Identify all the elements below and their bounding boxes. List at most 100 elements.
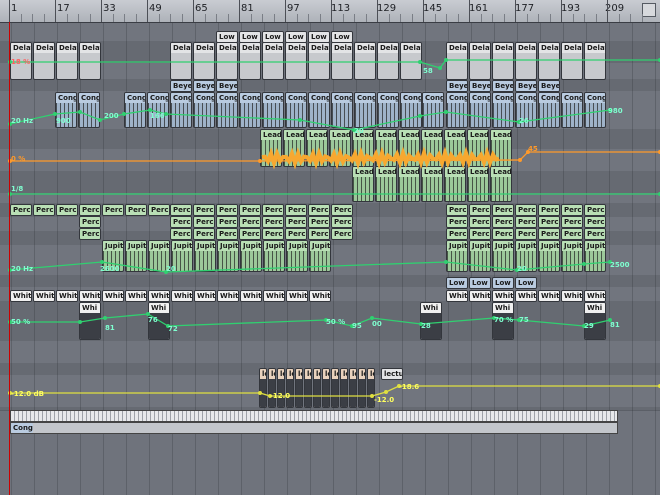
region-jupiter[interactable]: Jupite [194,240,216,272]
region-delay[interactable]: Delay [170,42,192,80]
region-delay[interactable]: Delay [469,42,491,80]
region-delay[interactable]: Delay [239,42,261,80]
region-white[interactable]: White [446,290,468,302]
region-perc[interactable]: Perc 1 [10,204,32,216]
region-perc2[interactable]: Perc 2 [239,228,261,240]
region-perc[interactable]: Perc 1 [33,204,55,216]
region-conga[interactable]: Conga [308,92,330,128]
region-jupiter[interactable]: Jupite [469,240,491,272]
region-white[interactable]: White [538,290,560,302]
region-conga[interactable]: Conga [561,92,583,128]
region-delay[interactable]: Delay [331,42,353,80]
region-conga[interactable]: Conga [377,92,399,128]
region-perc2[interactable]: Perc 2 [492,216,514,228]
region-lead[interactable]: Lead [444,129,466,167]
bar-ruler[interactable]: 1 17 33 49 65 81 97 113 129 145 161 177 … [0,0,660,23]
region-jupiter[interactable]: Jupite [538,240,560,272]
region-perc2[interactable]: Perc 2 [285,228,307,240]
region-white[interactable]: White [584,290,606,302]
region-lead[interactable]: Lead [352,166,374,202]
region-perc[interactable]: Perc 1 [308,204,330,216]
region-perc[interactable]: Perc 1 [79,204,101,216]
region-lecture[interactable]: lectu [304,368,312,408]
region-conga[interactable]: Conga [285,92,307,128]
region-perc2[interactable]: Perc 2 [446,228,468,240]
region-white[interactable]: White [561,290,583,302]
region-white[interactable]: White [217,290,239,302]
region-conga[interactable]: Conga [170,92,192,128]
region-lecture[interactable]: lectu [381,368,403,380]
ruler-menu-button[interactable] [642,3,656,17]
region-perc2[interactable]: Perc 2 [79,228,101,240]
region-low-b[interactable]: Low b [515,277,537,289]
region-perc2[interactable]: Perc 2 [193,228,215,240]
region-perc[interactable]: Perc 1 [239,204,261,216]
track-lane[interactable] [0,375,660,408]
region-perc2[interactable]: Perc 2 [538,228,560,240]
track-lane[interactable] [0,171,660,194]
region-jupiter[interactable]: Jupite [584,240,606,272]
region-conga[interactable]: Conga [331,92,353,128]
region-perc[interactable]: Perc 1 [515,204,537,216]
region-perc2[interactable]: Perc 2 [262,216,284,228]
region-lead[interactable]: Lead [490,166,512,202]
region-conga[interactable]: Conga [492,92,514,128]
region-delay[interactable]: Delay [308,42,330,80]
region-perc[interactable]: Perc 1 [446,204,468,216]
region-beyer[interactable]: Beyer [170,80,192,92]
region-perc[interactable]: Perc 1 [538,204,560,216]
region-white[interactable]: White [56,290,78,302]
region-lecture[interactable]: lectu [322,368,330,408]
region-conga[interactable]: Conga [262,92,284,128]
region-lead[interactable]: Lead [260,129,282,167]
region-delay[interactable]: Delay [561,42,583,80]
region-jupiter[interactable]: Jupite [263,240,285,272]
region-perc2[interactable]: Perc 2 [469,216,491,228]
region-jupiter[interactable]: Jupite [309,240,331,272]
region-delay[interactable]: Delay [492,42,514,80]
region-lead[interactable]: Lead [467,129,489,167]
region-delay[interactable]: Delay [400,42,422,80]
bottom-region-track[interactable]: Conga [10,422,618,434]
region-lecture[interactable]: lectu [349,368,357,408]
region-perc2[interactable]: Perc 2 [584,228,606,240]
region-jupiter[interactable]: Jupite [286,240,308,272]
region-perc[interactable]: Perc 1 [170,204,192,216]
region-beyer[interactable]: Beyer [469,80,491,92]
region-white[interactable]: White [263,290,285,302]
region-delay[interactable]: Delay [33,42,55,80]
region-lecture[interactable]: lectu [259,368,267,408]
playhead[interactable] [9,22,10,495]
region-conga[interactable]: Conga [469,92,491,128]
region-jupiter[interactable]: Jupite [492,240,514,272]
region-lecture[interactable]: lectu [313,368,321,408]
region-perc2[interactable]: Perc 2 [492,228,514,240]
region-perc2[interactable]: Perc 2 [561,216,583,228]
region-lead[interactable]: Lead [375,166,397,202]
region-lead[interactable]: Lead [421,166,443,202]
region-perc2[interactable]: Perc 2 [308,216,330,228]
region-perc2[interactable]: Perc 2 [561,228,583,240]
region-lead[interactable]: Lead [306,129,328,167]
region-conga[interactable]: Conga [446,92,468,128]
region-jupiter[interactable]: Jupite [446,240,468,272]
region-conga[interactable]: Conga [422,92,444,128]
region-delay[interactable]: Delay [56,42,78,80]
region-lead[interactable]: Lead [467,166,489,202]
region-conga-bottom[interactable]: Conga [11,423,33,433]
region-lecture[interactable]: lectu [331,368,339,408]
region-lead[interactable]: Lead [398,129,420,167]
region-white[interactable]: White [309,290,331,302]
region-perc[interactable]: Perc 1 [216,204,238,216]
region-delay[interactable]: Delay [354,42,376,80]
region-lead[interactable]: Lead [421,129,443,167]
region-perc2[interactable]: Perc 2 [469,228,491,240]
track-lane[interactable] [0,341,660,364]
region-lecture[interactable]: lectu [358,368,366,408]
region-conga[interactable]: Conga [584,92,606,128]
region-white[interactable]: White [79,290,101,302]
region-lead[interactable]: Lead [444,166,466,202]
region-perc2[interactable]: Perc 2 [262,228,284,240]
region-jupiter[interactable]: Jupite [561,240,583,272]
region-perc2[interactable]: Perc 2 [170,216,192,228]
